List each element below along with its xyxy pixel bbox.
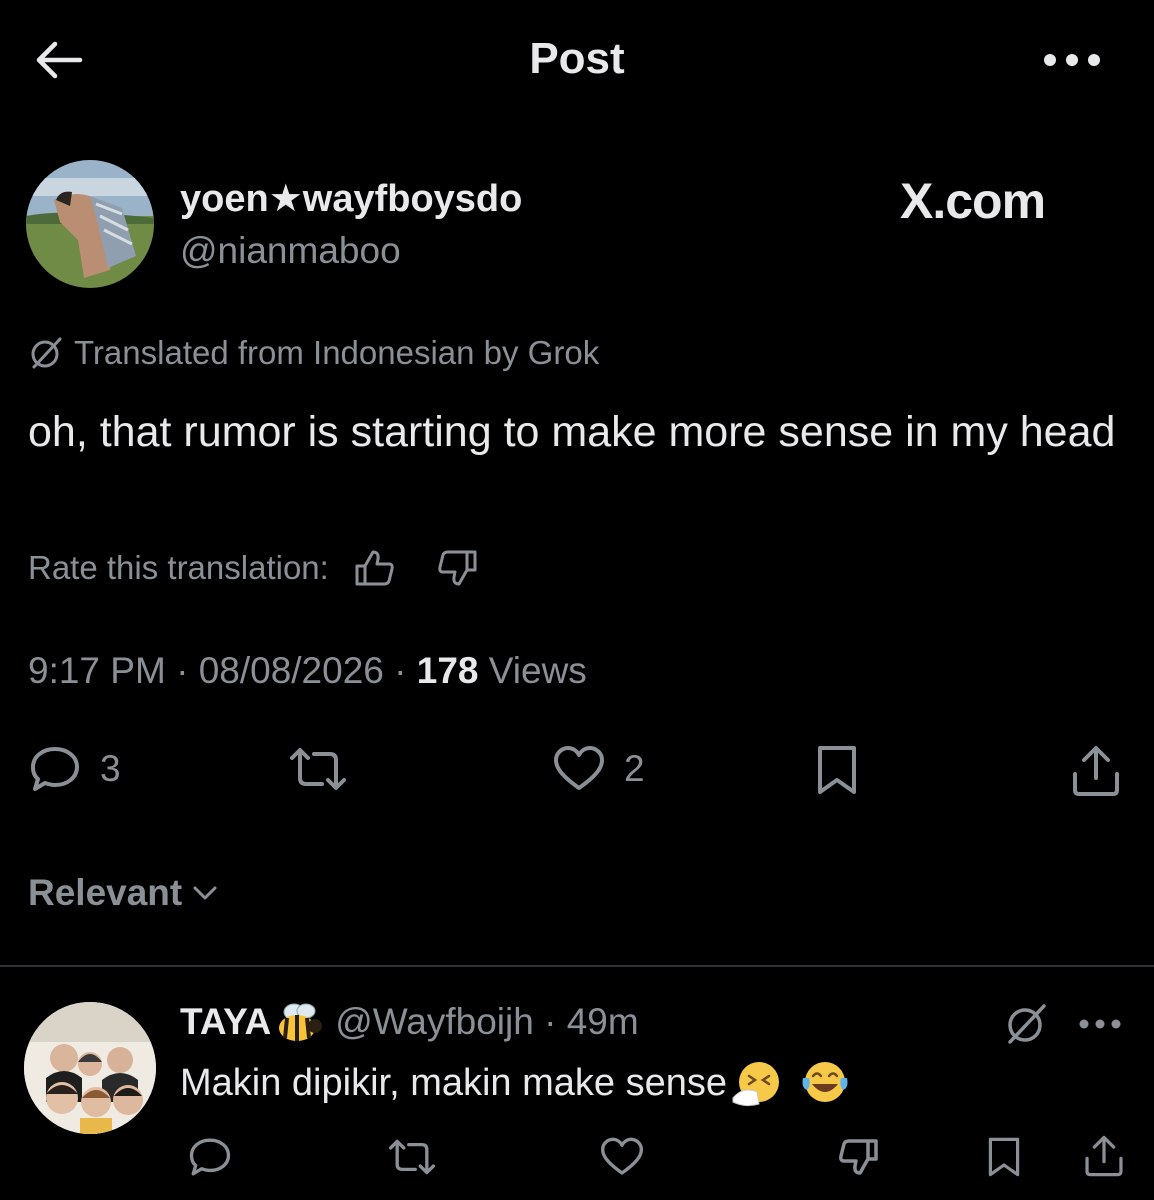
reply-grok-button[interactable] bbox=[1000, 1000, 1052, 1048]
thumbs-up-button[interactable] bbox=[353, 548, 397, 588]
thumbs-up-icon bbox=[355, 550, 394, 586]
reply-repost-button[interactable] bbox=[380, 1132, 444, 1182]
author-display-name[interactable]: yoen★wayfboysdo bbox=[180, 176, 522, 221]
reply-avatar[interactable] bbox=[24, 1002, 156, 1134]
comment-icon bbox=[189, 1138, 231, 1176]
author-avatar[interactable] bbox=[26, 160, 154, 288]
tears-of-joy-emoji-icon bbox=[802, 1062, 848, 1102]
author-handle[interactable]: @nianmaboo bbox=[180, 230, 401, 272]
heart-icon bbox=[554, 746, 604, 790]
thumbs-down-icon bbox=[438, 550, 477, 586]
grok-icon bbox=[31, 337, 62, 369]
post-time[interactable]: 9:17 PM bbox=[28, 650, 166, 691]
rate-translation-label: Rate this translation: bbox=[28, 549, 329, 586]
sneezing-face-emoji-icon bbox=[732, 1062, 779, 1107]
page-title: Post bbox=[529, 34, 625, 83]
reply-author-name[interactable]: TAYA bbox=[180, 1001, 271, 1043]
post-meta: 9:17 PM · 08/08/2026 · 178 Views bbox=[28, 650, 587, 691]
post-text: oh, that rumor is starting to make more … bbox=[28, 408, 1116, 456]
like-count: 2 bbox=[624, 748, 645, 789]
more-options-button[interactable] bbox=[1040, 40, 1104, 80]
share-icon bbox=[1085, 1135, 1123, 1177]
reply-text: Makin dipikir, makin make sense bbox=[180, 1058, 851, 1108]
chevron-down-icon bbox=[193, 886, 217, 900]
share-button[interactable] bbox=[1070, 744, 1122, 798]
reply-comment-button[interactable] bbox=[180, 1132, 240, 1182]
thumbs-down-icon bbox=[839, 1139, 878, 1175]
sort-dropdown[interactable]: Relevant bbox=[28, 872, 218, 914]
repost-button[interactable] bbox=[284, 744, 352, 794]
heart-icon bbox=[601, 1137, 643, 1175]
thumbs-down-button[interactable] bbox=[435, 548, 479, 588]
more-horizontal-icon bbox=[1079, 1019, 1121, 1029]
grok-icon bbox=[1008, 1004, 1046, 1044]
section-divider bbox=[0, 965, 1154, 967]
translation-note: Translated from Indonesian by Grok bbox=[28, 334, 599, 372]
reply-bookmark-button[interactable] bbox=[976, 1132, 1032, 1182]
reply-button[interactable]: 3 bbox=[28, 744, 121, 794]
views-count: 178 bbox=[416, 650, 479, 691]
more-horizontal-icon bbox=[1044, 54, 1100, 66]
x-com-watermark: X.com bbox=[900, 173, 1046, 229]
reply-dislike-button[interactable] bbox=[828, 1132, 888, 1182]
rate-translation-row: Rate this translation: bbox=[28, 548, 479, 588]
reply-header: TAYA @Wayfboijh · 49m bbox=[180, 1000, 639, 1044]
repost-icon bbox=[388, 1139, 436, 1175]
sort-label: Relevant bbox=[28, 872, 183, 913]
reply-text-body: Makin dipikir, makin make sense bbox=[180, 1061, 727, 1104]
bookmark-icon bbox=[988, 1137, 1020, 1177]
reply-share-button[interactable] bbox=[1076, 1130, 1132, 1182]
share-icon bbox=[1073, 746, 1119, 796]
bookmark-icon bbox=[818, 746, 856, 794]
translation-note-text: Translated from Indonesian by Grok bbox=[74, 334, 600, 371]
reply-count: 3 bbox=[100, 748, 121, 789]
post-date[interactable]: 08/08/2026 bbox=[199, 650, 384, 691]
reply-handle-time[interactable]: @Wayfboijh · 49m bbox=[335, 1001, 639, 1043]
bookmark-button[interactable] bbox=[812, 744, 862, 796]
reply-like-button[interactable] bbox=[592, 1132, 652, 1182]
repost-icon bbox=[290, 748, 346, 790]
reply-more-button[interactable] bbox=[1074, 1006, 1126, 1042]
comment-icon bbox=[31, 747, 79, 791]
like-button[interactable]: 2 bbox=[552, 744, 645, 794]
views-label: Views bbox=[488, 650, 587, 691]
bee-emoji-icon bbox=[279, 1003, 323, 1041]
